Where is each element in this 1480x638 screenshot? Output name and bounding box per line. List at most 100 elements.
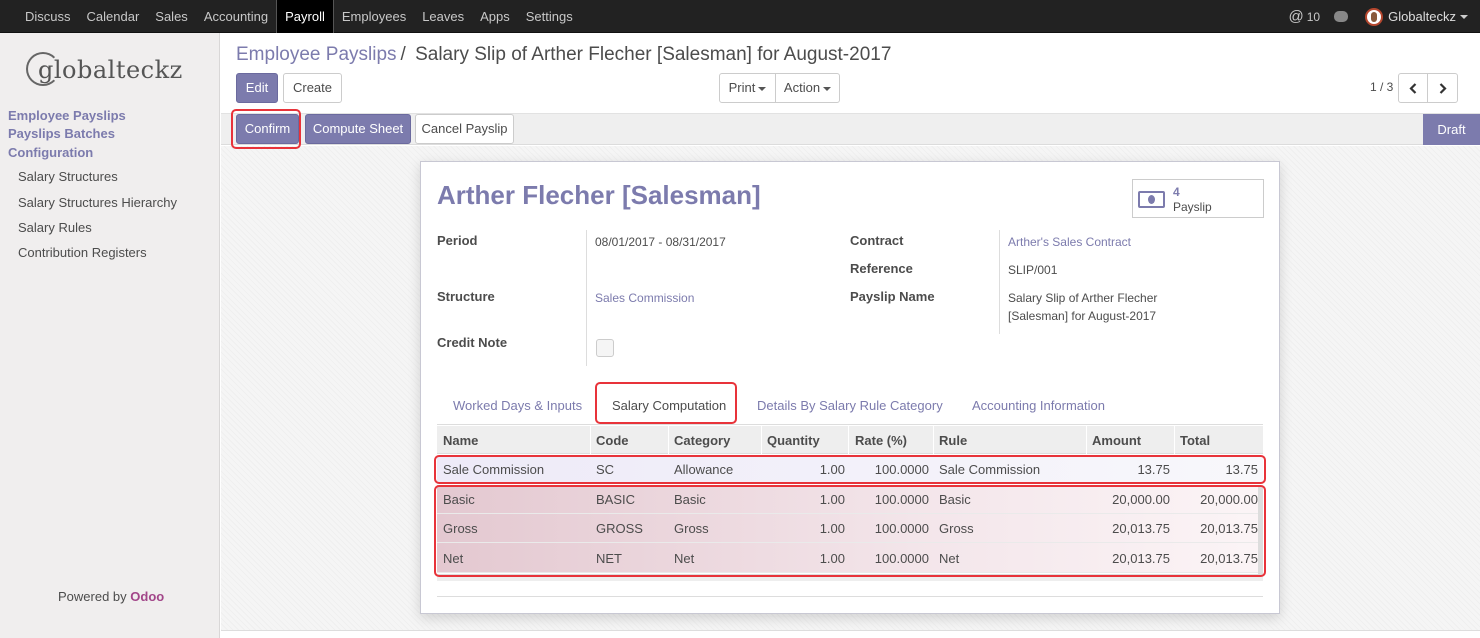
column-header-code[interactable]: Code (596, 433, 629, 448)
tab-details-by-category[interactable]: Details By Salary Rule Category (757, 398, 943, 413)
breadcrumb-current: Salary Slip of Arther Flecher [Salesman]… (415, 44, 892, 65)
sidebar-item-payslips-batches[interactable]: Payslips Batches (8, 126, 115, 141)
pager-value[interactable]: 1 / 3 (1370, 80, 1393, 94)
user-menu-label[interactable]: Globalteckz (1388, 9, 1456, 24)
cell-rate: 100.0000 (874, 462, 929, 477)
print-dropdown[interactable]: Print (719, 73, 776, 103)
sidebar-item-salary-structures-hierarchy[interactable]: Salary Structures Hierarchy (18, 195, 177, 210)
menu-accounting[interactable]: Accounting (196, 0, 276, 33)
table-scrollbar[interactable] (1258, 486, 1263, 576)
contract-link[interactable]: Arther's Sales Contract (1008, 235, 1131, 249)
form-divider (437, 596, 1263, 597)
chevron-left-icon (1409, 83, 1417, 94)
notification-count[interactable]: 10 (1307, 10, 1320, 24)
cell-code: NET (596, 551, 622, 566)
cell-name: Net (443, 551, 464, 566)
column-divider (1086, 426, 1087, 454)
tab-salary-computation[interactable]: Salary Computation (612, 398, 726, 413)
column-header-name[interactable]: Name (443, 433, 478, 448)
chat-icon[interactable] (1334, 11, 1349, 22)
avatar[interactable] (1365, 7, 1384, 26)
sidebar-section-configuration[interactable]: Configuration (8, 145, 93, 160)
period-value: 08/01/2017 - 08/31/2017 (595, 235, 726, 249)
breadcrumb: Employee Payslips / Salary Slip of Arther… (236, 44, 891, 66)
sidebar-item-employee-payslips[interactable]: Employee Payslips (8, 108, 126, 123)
pager-next-button[interactable] (1427, 73, 1458, 103)
create-button[interactable]: Create (283, 73, 342, 103)
cell-category: Basic (674, 492, 706, 507)
breadcrumb-parent[interactable]: Employee Payslips (236, 44, 397, 65)
cell-rate: 100.0000 (874, 551, 929, 566)
menu-sales[interactable]: Sales (147, 0, 196, 33)
cell-total: 20,013.75 (1200, 521, 1258, 536)
payslip-name-line1: Salary Slip of Arther Flecher (1008, 291, 1158, 305)
cell-category: Net (674, 551, 695, 566)
action-dropdown[interactable]: Action (775, 73, 840, 103)
cell-rule: Gross (939, 521, 974, 536)
column-header-rule[interactable]: Rule (939, 433, 967, 448)
cell-quantity: 1.00 (819, 521, 845, 536)
column-header-total[interactable]: Total (1180, 433, 1210, 448)
period-label: Period (437, 233, 478, 248)
odoo-link[interactable]: Odoo (130, 589, 164, 604)
credit-note-label: Credit Note (437, 335, 508, 350)
menu-calendar[interactable]: Calendar (79, 0, 148, 33)
column-divider (933, 426, 934, 454)
column-divider (848, 426, 849, 454)
edit-button[interactable]: Edit (236, 73, 278, 103)
cell-amount: 13.75 (1137, 462, 1170, 477)
print-label: Print (728, 80, 756, 95)
chevron-down-icon[interactable] (1460, 14, 1468, 19)
cell-rate: 100.0000 (874, 521, 929, 536)
payslip-count-button[interactable]: 4 Payslip (1132, 179, 1264, 218)
payslip-count-label: Payslip (1173, 200, 1212, 214)
sidebar-item-contribution-registers[interactable]: Contribution Registers (18, 245, 147, 260)
payslip-name-label: Payslip Name (850, 289, 935, 304)
compute-sheet-button[interactable]: Compute Sheet (305, 114, 411, 144)
menu-settings[interactable]: Settings (518, 0, 581, 33)
powered-by: Powered by Odoo (58, 589, 164, 604)
column-divider (1174, 426, 1175, 454)
breadcrumb-separator: / (400, 44, 406, 65)
tab-underline (437, 424, 1263, 425)
cell-code: SC (596, 462, 615, 477)
cell-name: Sale Commission (443, 462, 545, 477)
payslip-name-line2: [Salesman] for August-2017 (1008, 309, 1157, 323)
cell-total: 13.75 (1225, 462, 1258, 477)
app-menu: Discuss Calendar Sales Accounting Payrol… (0, 0, 581, 33)
column-header-category[interactable]: Category (674, 433, 730, 448)
confirm-button[interactable]: Confirm (236, 114, 299, 144)
cancel-payslip-button[interactable]: Cancel Payslip (415, 114, 514, 144)
contract-label: Contract (850, 233, 904, 248)
logo-text: globalteckz (38, 56, 183, 84)
column-header-quantity[interactable]: Quantity (767, 433, 820, 448)
menu-apps[interactable]: Apps (472, 0, 518, 33)
action-label: Action (783, 80, 821, 95)
column-divider (590, 426, 591, 454)
menu-employees[interactable]: Employees (334, 0, 414, 33)
field-divider (999, 230, 1000, 334)
company-logo: globalteckz (26, 52, 196, 92)
credit-note-checkbox[interactable] (596, 339, 614, 357)
mention-icon[interactable]: @ (1288, 8, 1303, 25)
cell-total: 20,013.75 (1200, 551, 1258, 566)
cell-name: Basic (443, 492, 475, 507)
cell-quantity: 1.00 (819, 492, 845, 507)
table-footer (437, 574, 1263, 581)
structure-link[interactable]: Sales Commission (595, 291, 694, 305)
menu-discuss[interactable]: Discuss (0, 0, 79, 33)
menu-payroll[interactable]: Payroll (276, 0, 334, 33)
menu-leaves[interactable]: Leaves (414, 0, 472, 33)
form-footer (221, 630, 1480, 638)
cell-amount: 20,013.75 (1112, 521, 1170, 536)
cell-category: Allowance (674, 462, 734, 477)
reference-label: Reference (850, 261, 913, 276)
pager-previous-button[interactable] (1398, 73, 1428, 103)
tab-accounting-information[interactable]: Accounting Information (972, 398, 1105, 413)
tab-worked-days[interactable]: Worked Days & Inputs (453, 398, 582, 413)
column-header-amount[interactable]: Amount (1092, 433, 1141, 448)
sidebar-item-salary-structures[interactable]: Salary Structures (18, 169, 118, 184)
sidebar-item-salary-rules[interactable]: Salary Rules (18, 220, 92, 235)
cell-total: 20,000.00 (1200, 492, 1258, 507)
column-header-rate[interactable]: Rate (%) (855, 433, 907, 448)
